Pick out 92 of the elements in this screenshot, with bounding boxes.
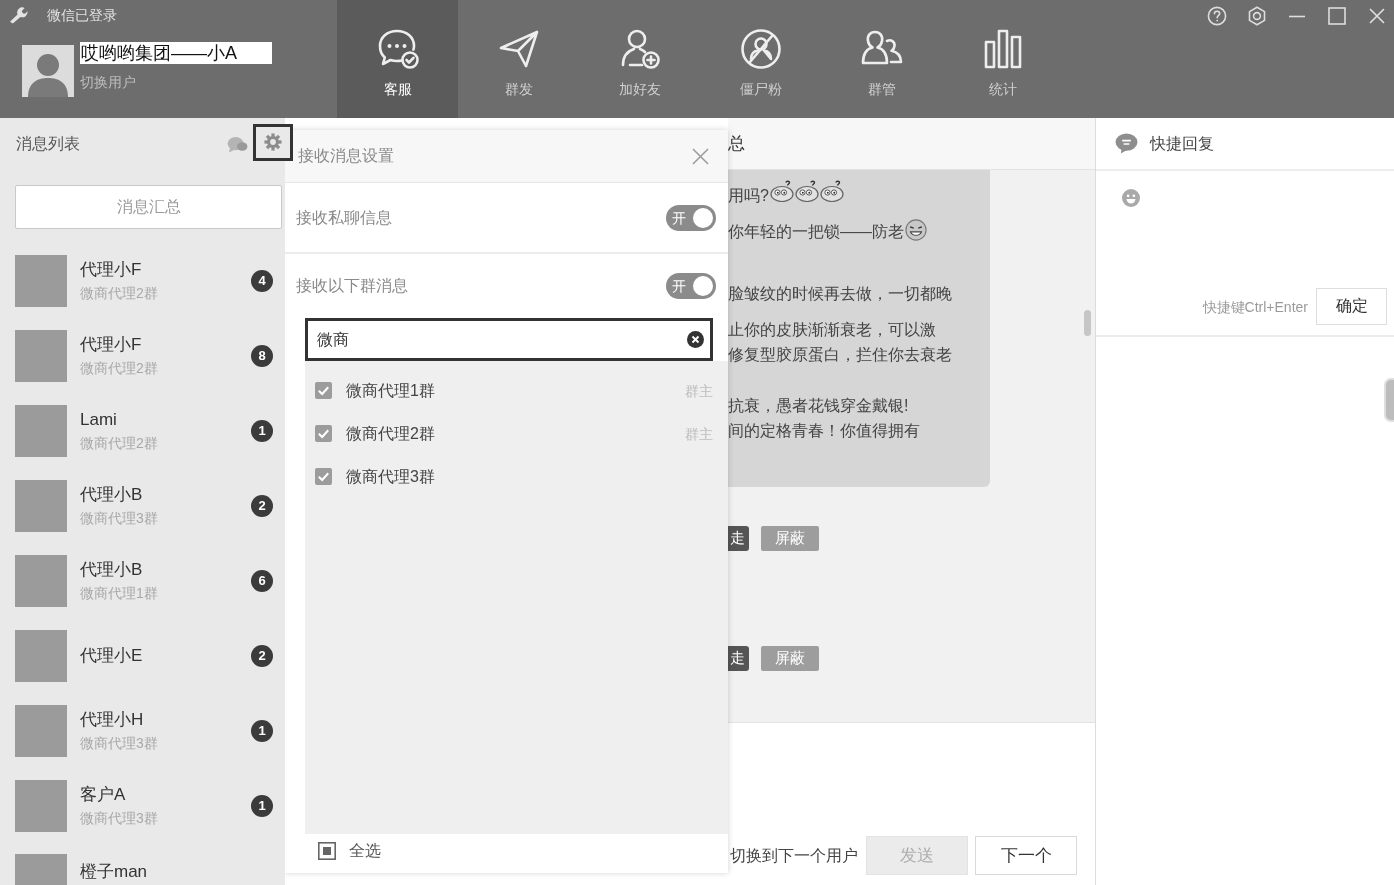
avatar-photo [15, 704, 67, 757]
message-text: 你年轻的一把锁——防老 [728, 222, 904, 242]
contact-name: 代理小B [80, 558, 143, 581]
unread-badge: 1 [251, 719, 273, 742]
unread-badge: 8 [251, 344, 273, 367]
shortcut-hint: 快捷键Ctrl+Enter [1202, 297, 1308, 316]
popup-title: 接收消息设置 [298, 146, 394, 166]
contact-name: 代理小B [80, 483, 143, 506]
search-field[interactable]: 微商 [305, 318, 713, 361]
kick-button[interactable]: 走 [728, 526, 749, 551]
close-icon[interactable] [1367, 6, 1387, 26]
settings-button[interactable] [253, 123, 293, 161]
conversation-item[interactable]: 代理小H 微商代理3群 1 [0, 693, 285, 768]
emoji-icon [905, 219, 927, 241]
message-text: 抗衰，愚者花钱穿金戴银! [728, 396, 909, 416]
group-name: 微商代理3群 [80, 508, 158, 528]
group-name: 微商代理3群 [80, 808, 158, 828]
next-button[interactable]: 下一个 [975, 836, 1077, 875]
contact-name: 代理小F [80, 258, 142, 281]
nav-tab[interactable]: 客服 [337, 0, 458, 118]
message-text: 止你的皮肤渐渐衰老，可以激 [728, 320, 936, 340]
unread-badge: 6 [251, 569, 273, 592]
panel-title: 消息列表 [16, 134, 80, 154]
avatar-photo [15, 479, 67, 532]
window-title: 微信已登录 [47, 6, 117, 24]
group-name: 微商代理3群 [346, 466, 435, 487]
maximize-icon[interactable] [1327, 6, 1347, 26]
emoji-icon [819, 180, 844, 202]
unread-badge: 2 [251, 494, 273, 517]
select-all-checkbox[interactable] [318, 842, 336, 860]
avatar-photo [15, 404, 67, 457]
message-text: 用吗? [728, 186, 769, 206]
emoji-icon [794, 180, 819, 202]
group-name: 微商代理1群 [80, 583, 158, 603]
wrench-icon[interactable] [9, 6, 28, 24]
speech-bubble-icon [1115, 133, 1138, 154]
group-name: 微商代理2群 [346, 423, 435, 444]
conversation-item[interactable]: 代理小B 微商代理3群 2 [0, 468, 285, 543]
account-name: 哎哟哟集团——小A [80, 42, 272, 64]
contact-name: 代理小F [80, 333, 142, 356]
group-name: 微商代理1群 [346, 380, 435, 401]
contact-name: 橙子man [80, 861, 148, 883]
unread-badge: 1 [251, 419, 273, 442]
avatar-photo [15, 554, 67, 607]
switch-user-hint: 切换到下一个用户 [729, 845, 858, 866]
confirm-button[interactable]: 确定 [1316, 288, 1387, 325]
group-name: 微商代理3群 [80, 733, 158, 753]
conversation-item[interactable]: Lami 微商代理2群 1 [0, 393, 285, 468]
message-text: 脸皱纹的时候再去做，一切都晚 [728, 284, 952, 304]
avatar-silhouette [22, 45, 74, 97]
conversation-item[interactable]: 橙子man [0, 843, 285, 885]
contact-name: 代理小E [80, 644, 143, 667]
checkbox[interactable] [315, 468, 332, 485]
setting-label: 接收私聊信息 [296, 207, 392, 228]
chat-title: 总 [728, 133, 745, 154]
conversation-item[interactable]: 代理小B 微商代理1群 6 [0, 543, 285, 618]
avatar-photo [15, 779, 67, 832]
close-icon[interactable] [692, 147, 709, 165]
gear-icon [264, 133, 282, 151]
avatar-photo [15, 629, 67, 682]
checkbox[interactable] [315, 382, 332, 399]
scrollbar-thumb[interactable] [1084, 310, 1091, 336]
contact-name: 客户A [80, 783, 126, 806]
avatar-photo [15, 254, 67, 307]
clear-icon[interactable] [687, 331, 704, 348]
settings-icon[interactable] [1247, 6, 1267, 26]
unread-badge: 4 [251, 269, 273, 292]
message-text: 间的定格青春！你值得拥有 [728, 421, 920, 441]
unread-badge: 2 [251, 644, 273, 667]
unread-badge: 1 [251, 794, 273, 817]
conversation-item[interactable]: 代理小F 微商代理2群 8 [0, 318, 285, 393]
group-name: 微商代理2群 [80, 433, 158, 453]
emoji-icon [769, 180, 794, 202]
smiley-icon[interactable] [1122, 189, 1140, 207]
group-name: 微商代理2群 [80, 358, 158, 378]
chat-bubbles-icon[interactable] [227, 135, 248, 153]
quick-reply-title: 快捷回复 [1150, 133, 1214, 154]
kick-button[interactable]: 走 [728, 646, 749, 671]
contact-name: 代理小H [80, 708, 144, 731]
conversation-item[interactable]: 代理小F 微商代理2群 4 [0, 243, 285, 318]
side-handle[interactable] [1384, 378, 1394, 422]
blocked-person-icon [738, 27, 783, 71]
avatar-photo [15, 329, 67, 382]
conversation-item[interactable]: 代理小E 2 [0, 618, 285, 693]
checkbox[interactable] [315, 425, 332, 442]
help-icon[interactable] [1207, 6, 1227, 26]
select-all-label[interactable]: 全选 [349, 841, 381, 861]
group-name: 微商代理2群 [80, 283, 158, 303]
setting-label: 接收以下群消息 [296, 276, 408, 296]
contact-name: Lami [80, 408, 117, 431]
conversation-item[interactable]: 客户A 微商代理3群 1 [0, 768, 285, 843]
message-text: 修复型胶原蛋白，拦住你去衰老 [728, 345, 952, 365]
